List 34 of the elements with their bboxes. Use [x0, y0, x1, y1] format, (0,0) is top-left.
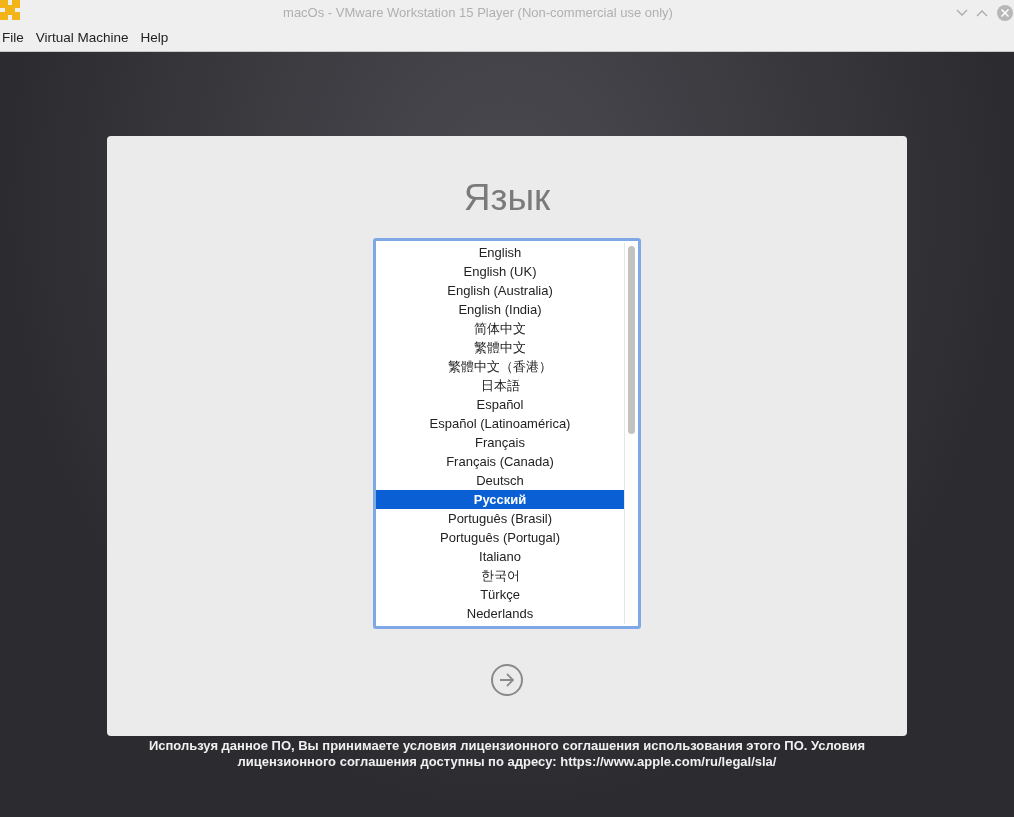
language-option[interactable]: 繁體中文（香港）: [376, 357, 624, 376]
language-option[interactable]: Italiano: [376, 547, 624, 566]
continue-button[interactable]: [491, 664, 523, 696]
menu-item[interactable]: File: [0, 28, 26, 49]
close-icon[interactable]: [996, 4, 1014, 22]
maximize-icon[interactable]: [976, 9, 988, 17]
right-arrow-icon: [498, 672, 516, 688]
language-option[interactable]: Português (Portugal): [376, 528, 624, 547]
language-option[interactable]: English (Australia): [376, 281, 624, 300]
window-title: macOs - VMware Workstation 15 Player (Non-commercial use only): [283, 4, 673, 23]
language-option[interactable]: Español: [376, 395, 624, 414]
language-option[interactable]: Português (Brasil): [376, 509, 624, 528]
language-option[interactable]: Türkçe: [376, 585, 624, 604]
page-heading: Язык: [463, 176, 551, 220]
language-option[interactable]: Nederlands: [376, 604, 624, 623]
language-option[interactable]: Français: [376, 433, 624, 452]
language-option[interactable]: 简体中文: [376, 319, 624, 338]
language-option[interactable]: 繁體中文: [376, 338, 624, 357]
scrollbar[interactable]: [624, 243, 638, 624]
menu-item[interactable]: Help: [138, 28, 171, 49]
app-logo-icon: [0, 0, 20, 20]
minimize-icon[interactable]: [956, 9, 968, 17]
language-option[interactable]: English (India): [376, 300, 624, 319]
menu-item[interactable]: Virtual Machine: [33, 28, 131, 49]
language-option[interactable]: English: [376, 243, 624, 262]
language-option[interactable]: Русский: [376, 490, 624, 509]
language-option[interactable]: English (UK): [376, 262, 624, 281]
language-option[interactable]: Español (Latinoamérica): [376, 414, 624, 433]
scrollbar-thumb[interactable]: [628, 246, 635, 434]
language-option[interactable]: Deutsch: [376, 471, 624, 490]
language-option[interactable]: 한국어: [376, 566, 624, 585]
license-notice: Используя данное ПО, Вы принимаете условия лицензионного соглашения использования этого ПО. Условия лицензионного соглашения доступны по адресу: https://www.apple.com/ru/legal/sla/: [147, 738, 867, 770]
language-option[interactable]: Français (Canada): [376, 452, 624, 471]
language-option[interactable]: 日本語: [376, 376, 624, 395]
